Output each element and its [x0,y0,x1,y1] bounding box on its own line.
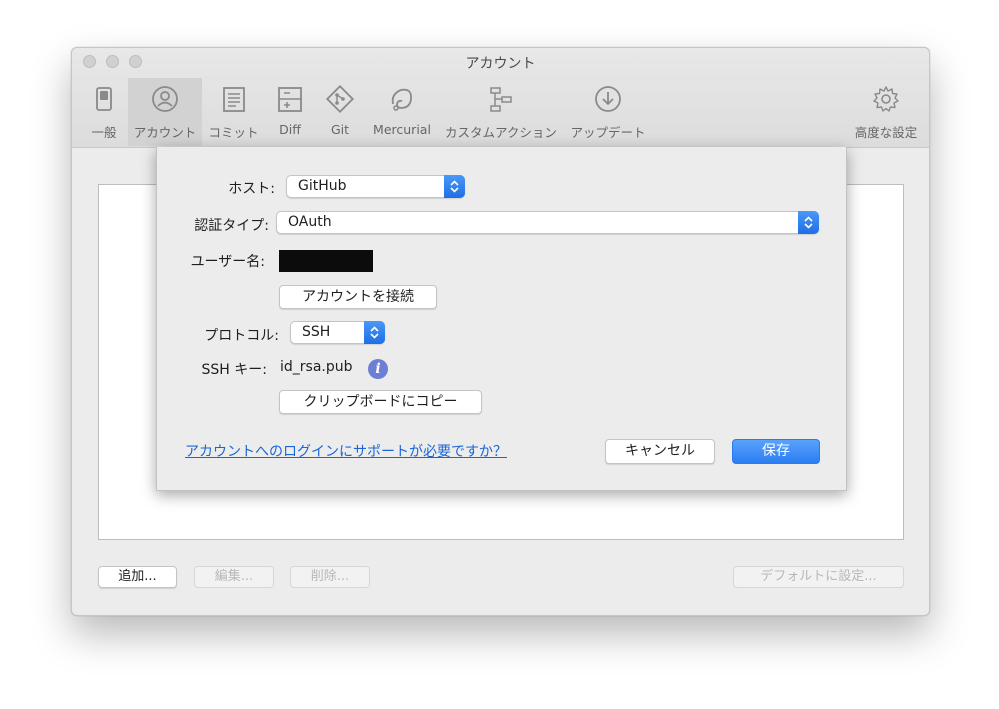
tab-custom-actions-label: カスタムアクション [445,125,557,140]
person-icon [150,84,180,114]
tab-mercurial[interactable]: Mercurial [368,78,436,146]
tab-update[interactable]: アップデート [568,78,648,146]
connect-account-button[interactable]: アカウントを接続 [279,285,437,309]
tab-update-label: アップデート [570,125,646,140]
save-button[interactable]: 保存 [732,439,820,464]
tab-accounts-label: アカウント [133,125,197,140]
tab-accounts[interactable]: アカウント [128,78,202,146]
custom-action-icon [486,84,516,114]
updown-arrow-icon [364,321,385,344]
login-help-link[interactable]: アカウントへのログインにサポートが必要ですか？ [185,441,507,461]
tab-git-label: Git [330,122,350,137]
mercurial-icon [387,84,417,114]
delete-button[interactable]: 削除... [290,566,370,588]
auth-type-select-value: OAuth [288,214,332,230]
username-label: ユーザー名: [190,254,265,270]
protocol-select-value: SSH [302,324,331,340]
tab-commit[interactable]: コミット [206,78,261,146]
tab-general[interactable]: 一般 [84,78,124,146]
tab-mercurial-label: Mercurial [373,122,431,137]
host-select-value: GitHub [298,178,347,194]
updown-arrow-icon [798,211,819,234]
tab-commit-label: コミット [208,125,259,140]
set-default-button[interactable]: デフォルトに設定... [733,566,904,588]
protocol-select[interactable]: SSH [290,321,385,344]
updown-arrow-icon [444,175,465,198]
cancel-button[interactable]: キャンセル [605,439,715,464]
tab-general-label: 一般 [91,125,117,140]
tab-diff-label: Diff [279,122,301,137]
tab-advanced[interactable]: 高度な設定 [852,78,920,146]
tab-git[interactable]: Git [322,78,358,146]
ssh-key-label: SSH キー: [201,362,267,378]
redacted-username [279,250,373,272]
auth-type-select[interactable]: OAuth [276,211,819,234]
tab-diff[interactable]: Diff [270,78,310,146]
copy-to-clipboard-button[interactable]: クリップボードにコピー [279,390,482,414]
tab-advanced-label: 高度な設定 [854,125,918,140]
diff-icon [275,84,305,114]
gear-icon [871,84,901,114]
titlebar: アカウント 一般 アカウント コミット Diff Git Mercurial カ… [72,48,929,148]
accounts-window: アカウント 一般 アカウント コミット Diff Git Mercurial カ… [71,47,930,616]
info-icon[interactable]: i [368,359,388,379]
git-icon [325,84,355,114]
ssh-key-value: id_rsa.pub [280,359,353,375]
host-select[interactable]: GitHub [286,175,465,198]
protocol-label: プロトコル: [204,328,279,344]
tab-custom-actions[interactable]: カスタムアクション [442,78,560,146]
document-icon [219,84,249,114]
switch-icon [89,84,119,114]
host-label: ホスト: [228,181,275,197]
edit-button[interactable]: 編集... [194,566,274,588]
auth-type-label: 認証タイプ: [194,218,269,234]
add-button[interactable]: 追加... [98,566,177,588]
window-title: アカウント [465,56,536,72]
download-icon [593,84,623,114]
account-sheet: ホスト: GitHub 認証タイプ: OAuth ユーザー名: アカウントを接続… [156,147,847,491]
